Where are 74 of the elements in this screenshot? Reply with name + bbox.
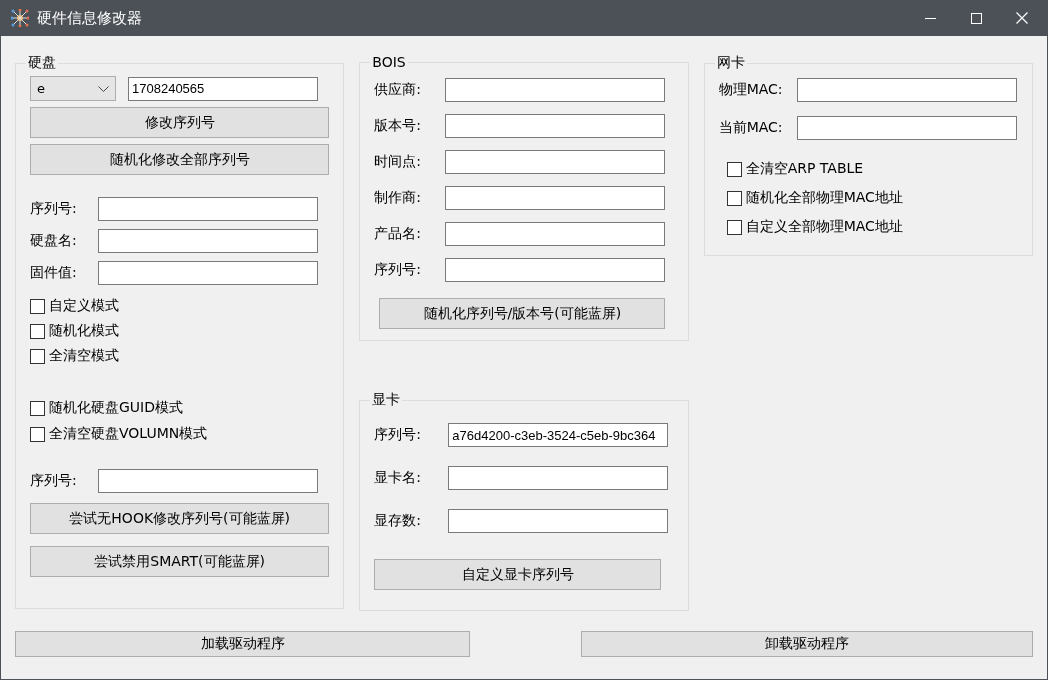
checkbox-box[interactable] (30, 400, 45, 416)
checkbox-box[interactable] (726, 161, 742, 177)
field-label: 序列号: (30, 472, 78, 490)
maximize-icon (970, 12, 982, 24)
checkbox[interactable]: 全清空模式 (30, 347, 330, 365)
text-field[interactable] (98, 469, 318, 493)
field-label: 制作商: (374, 189, 423, 207)
group-title: 硬盘 (27, 54, 57, 72)
text-field[interactable] (448, 466, 669, 490)
action-button[interactable]: 修改序列号 (30, 107, 330, 138)
checkbox-label: 随机化全部物理MAC地址 (745, 189, 903, 207)
field-label: 固件值: (30, 264, 78, 282)
action-button[interactable]: 尝试无HOOK修改序列号(可能蓝屏) (30, 503, 330, 534)
action-button[interactable]: 加载驱动程序 (15, 631, 470, 657)
checkbox-label: 自定义全部物理MAC地址 (745, 218, 903, 236)
field-label: 硬盘名: (30, 232, 78, 250)
field-label: 当前MAC: (718, 119, 784, 137)
field-label: 产品名: (374, 225, 423, 243)
field-label: 序列号: (374, 261, 423, 279)
action-button[interactable]: 随机化序列号/版本号(可能蓝屏) (379, 298, 666, 329)
action-button[interactable]: 自定义显卡序列号 (374, 559, 662, 590)
text-field[interactable] (98, 229, 318, 253)
text-field[interactable] (445, 258, 666, 282)
chevron-down-icon (98, 85, 109, 92)
checkbox[interactable]: 随机化硬盘GUID模式 (30, 399, 330, 417)
checkbox[interactable]: 随机化模式 (30, 322, 330, 340)
drive-dropdown[interactable]: e (30, 76, 116, 101)
checkbox[interactable]: 随机化全部物理MAC地址 (726, 189, 1018, 207)
checkbox-label: 随机化硬盘GUID模式 (49, 399, 183, 417)
text-field[interactable] (445, 78, 666, 102)
field-label: 显存数: (374, 512, 423, 530)
checkbox-label: 自定义模式 (49, 297, 119, 315)
checkbox-box[interactable] (726, 219, 742, 235)
checkbox[interactable]: 自定义全部物理MAC地址 (726, 218, 1018, 236)
checkbox-box[interactable] (30, 348, 45, 364)
close-icon (1016, 12, 1028, 24)
checkbox-box[interactable] (726, 190, 742, 206)
app-icon (11, 9, 29, 27)
action-button[interactable]: 卸载驱动程序 (581, 631, 1033, 657)
checkbox-label: 全清空模式 (49, 347, 119, 365)
group-title: 网卡 (715, 54, 746, 72)
window-title: 硬件信息修改器 (37, 8, 143, 28)
field-label: 版本号: (374, 117, 423, 135)
text-field[interactable] (445, 186, 666, 210)
text-field[interactable] (796, 116, 1017, 140)
text-field[interactable] (445, 114, 666, 138)
action-button[interactable]: 尝试禁用SMART(可能蓝屏) (30, 546, 330, 577)
minimize-icon (924, 17, 936, 19)
checkbox[interactable]: 全清空硬盘VOLUMN模式 (30, 425, 330, 443)
checkbox-label: 随机化模式 (49, 322, 119, 340)
group-title: BOIS (371, 54, 407, 70)
checkbox-box[interactable] (30, 298, 45, 314)
text-field[interactable] (796, 78, 1017, 102)
text-field[interactable]: a76d4200-c3eb-3524-c5eb-9bc364 (448, 423, 669, 447)
checkbox-label: 全清空ARP TABLE (745, 160, 864, 178)
field-label: 供应商: (374, 81, 423, 99)
field-label: 物理MAC: (718, 81, 784, 99)
checkbox-box[interactable] (30, 426, 45, 442)
group-title: 显卡 (371, 391, 402, 409)
text-field[interactable] (445, 222, 666, 246)
field-label: 显卡名: (374, 469, 423, 487)
text-field[interactable] (98, 261, 318, 285)
text-field[interactable] (445, 150, 666, 174)
field-label: 序列号: (374, 426, 423, 444)
text-field[interactable] (448, 509, 669, 533)
field-label: 时间点: (374, 153, 423, 171)
checkbox-box[interactable] (30, 323, 45, 339)
text-field[interactable] (98, 197, 318, 221)
field-label: 序列号: (30, 200, 78, 218)
checkbox[interactable]: 自定义模式 (30, 297, 330, 315)
action-button[interactable]: 随机化修改全部序列号 (30, 144, 330, 175)
checkbox-label: 全清空硬盘VOLUMN模式 (49, 425, 208, 443)
serial-field[interactable]: 1708240565 (128, 76, 318, 101)
checkbox[interactable]: 全清空ARP TABLE (726, 160, 1018, 178)
